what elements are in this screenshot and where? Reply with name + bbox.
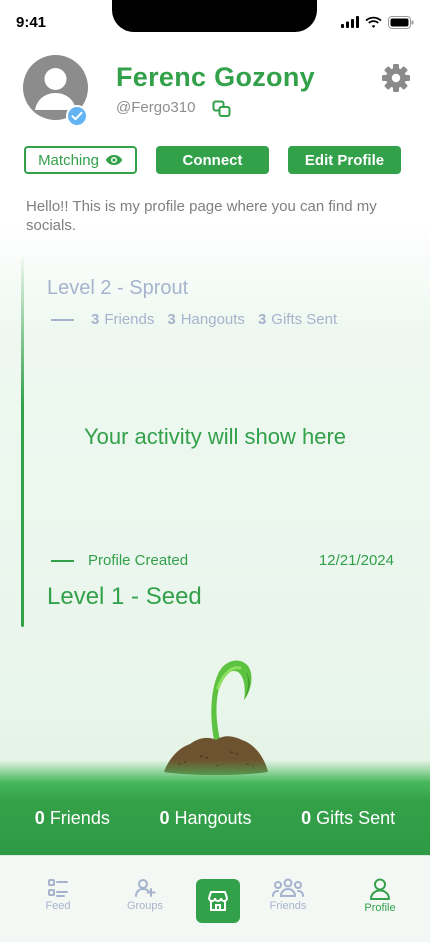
timeline-event: Profile Created 12/21/2024 xyxy=(51,552,394,569)
sprout-illustration xyxy=(164,660,268,775)
profile-name: Ferenc Gozony xyxy=(116,62,315,92)
feed-icon xyxy=(48,879,68,897)
status-time: 9:41 xyxy=(16,14,47,31)
verified-badge xyxy=(66,105,88,127)
eye-icon xyxy=(105,155,123,165)
copy-icon[interactable] xyxy=(212,100,232,118)
tab-label: Feed xyxy=(45,900,71,912)
next-level-title: Level 2 - Sprout xyxy=(47,277,189,299)
requirement-label: Hangouts xyxy=(180,311,245,328)
timeline-event-label: Profile Created xyxy=(88,552,189,569)
tab-label: Groups xyxy=(126,900,164,912)
activity-empty-message: Your activity will show here xyxy=(83,424,347,449)
tab-profile[interactable]: Profile xyxy=(345,878,415,914)
stat-count: 0 xyxy=(159,808,170,828)
profile-handle: @Fergo310 xyxy=(116,99,196,116)
matching-toggle-button[interactable]: Matching xyxy=(24,146,137,174)
stat-count: 0 xyxy=(34,808,45,828)
store-icon xyxy=(208,891,228,911)
profile-icon xyxy=(370,878,390,900)
stat-friends: 0 Friends xyxy=(35,808,110,829)
timeline-event-date: 12/21/2024 xyxy=(318,552,394,569)
tab-store[interactable] xyxy=(196,879,240,923)
cellular-signal-icon xyxy=(341,16,359,28)
current-level-title: Level 1 - Seed xyxy=(47,583,202,610)
friends-icon xyxy=(272,878,304,897)
requirement-count: 3 xyxy=(167,311,176,328)
bottom-tab-bar: Feed Groups Friends Profile xyxy=(0,855,430,942)
tab-friends[interactable]: Friends xyxy=(253,878,323,912)
tab-label: Profile xyxy=(364,902,396,914)
profile-stats: 0 Friends 0 Hangouts 0 Gifts Sent xyxy=(0,808,430,829)
timeline-dash xyxy=(51,559,74,562)
stat-hangouts: 0 Hangouts xyxy=(159,808,251,829)
requirement-count: 3 xyxy=(91,311,100,328)
requirement-label: Friends xyxy=(104,311,155,328)
add-group-icon xyxy=(135,879,156,897)
connect-button[interactable]: Connect xyxy=(156,146,269,174)
wifi-icon xyxy=(365,16,382,28)
stat-gifts-sent: 0 Gifts Sent xyxy=(301,808,395,829)
tab-groups[interactable]: Groups xyxy=(110,878,180,912)
checkmark-icon xyxy=(71,111,83,121)
tab-label: Friends xyxy=(269,900,307,912)
profile-bio: Hello!! This is my profile page where yo… xyxy=(26,198,377,234)
settings-gear-icon[interactable] xyxy=(381,63,411,93)
edit-profile-button[interactable]: Edit Profile xyxy=(288,146,401,174)
next-level-requirements: 3 Friends 3 Hangouts 3 Gifts Sent xyxy=(51,311,337,328)
battery-icon xyxy=(388,15,414,29)
system-icons xyxy=(341,15,414,29)
stat-label: Gifts Sent xyxy=(316,808,396,828)
tab-feed[interactable]: Feed xyxy=(23,878,93,912)
status-bar: 9:41 xyxy=(0,0,430,46)
requirement-label: Gifts Sent xyxy=(271,311,338,328)
requirement-count: 3 xyxy=(257,311,267,328)
stat-count: 0 xyxy=(301,808,312,828)
stat-label: Friends xyxy=(49,808,110,828)
stat-label: Hangouts xyxy=(174,808,252,828)
matching-label: Matching xyxy=(38,151,99,169)
timeline-dash xyxy=(51,318,74,321)
device-notch xyxy=(112,0,317,32)
